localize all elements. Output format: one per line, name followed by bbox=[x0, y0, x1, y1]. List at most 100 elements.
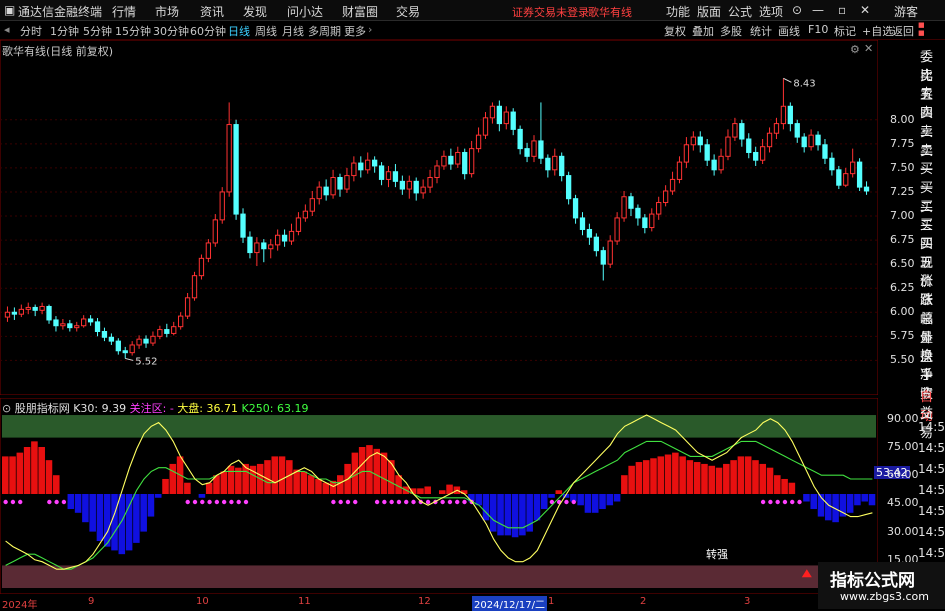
candle-body bbox=[358, 162, 364, 171]
price-chart[interactable]: 8.43 5.52 bbox=[0, 40, 878, 395]
histogram-bar bbox=[686, 460, 694, 494]
candle-body bbox=[607, 240, 613, 265]
candle-body bbox=[392, 171, 399, 182]
histogram-bar bbox=[708, 465, 716, 494]
period-tab-1min[interactable]: 1分钟 bbox=[50, 23, 79, 39]
histogram-bar bbox=[533, 494, 541, 521]
indicator-settings-icon[interactable]: ⊙ bbox=[2, 402, 11, 415]
candle-body bbox=[316, 186, 322, 200]
k250-value: 63.19 bbox=[276, 402, 309, 415]
overlay-button[interactable]: 叠加 bbox=[692, 23, 714, 39]
candle-body bbox=[462, 151, 468, 175]
candle-body bbox=[538, 140, 544, 159]
candle-body bbox=[184, 297, 191, 317]
histogram-bar bbox=[759, 463, 767, 494]
draw-line-button[interactable]: 画线 bbox=[778, 23, 800, 39]
histogram-bar bbox=[96, 494, 104, 541]
period-tab-more[interactable]: 更多 bbox=[344, 23, 366, 39]
period-tab-monthly[interactable]: 月线 bbox=[282, 23, 304, 39]
menu-item-options[interactable]: 选项 bbox=[759, 3, 783, 20]
menu-item-layout[interactable]: 版面 bbox=[697, 3, 721, 20]
histogram-bar bbox=[315, 478, 322, 494]
period-tab-15min[interactable]: 15分钟 bbox=[115, 23, 151, 39]
candle-body bbox=[18, 308, 24, 315]
period-tab-daily[interactable]: 日线 bbox=[228, 23, 250, 39]
candle-body bbox=[295, 217, 302, 232]
period-toolbar: ◂ 分时 1分钟 5分钟 15分钟 30分钟 60分钟 日线 周线 月线 多周期… bbox=[0, 21, 945, 40]
histogram-bar bbox=[271, 456, 279, 494]
candle-body bbox=[233, 124, 239, 215]
histogram-bar bbox=[854, 494, 861, 506]
histogram-bar bbox=[723, 463, 730, 494]
focus-dot bbox=[18, 499, 23, 505]
histogram-bar bbox=[577, 494, 584, 506]
settings-icon[interactable]: ⊙ bbox=[792, 3, 802, 17]
menu-item-wealth[interactable]: 财富圈 bbox=[342, 3, 378, 20]
indicator-name[interactable]: 股朋指标网 bbox=[15, 402, 70, 415]
menu-item-function[interactable]: 功能 bbox=[666, 3, 690, 20]
focus-dot bbox=[353, 499, 358, 505]
candle-body bbox=[482, 117, 489, 136]
menu-item-news[interactable]: 资讯 bbox=[200, 3, 224, 20]
k250-label: K250: bbox=[241, 402, 274, 415]
add-watchlist-button[interactable]: +自选 bbox=[862, 23, 893, 39]
menu-item-exchange[interactable]: 市场 bbox=[155, 3, 179, 20]
candle-body bbox=[157, 329, 163, 337]
histogram-bar bbox=[300, 471, 308, 494]
candle-body bbox=[704, 144, 710, 161]
guest-label[interactable]: 游客 bbox=[894, 3, 918, 20]
menu-item-formula[interactable]: 公式 bbox=[728, 3, 752, 20]
candle-body bbox=[129, 344, 135, 354]
adjust-button[interactable]: 复权 bbox=[664, 23, 686, 39]
minimize-icon[interactable]: — bbox=[812, 3, 824, 17]
multi-stock-button[interactable]: 多股 bbox=[720, 23, 742, 39]
menu-item-ask[interactable]: 问小达 bbox=[287, 3, 323, 20]
candle-body bbox=[4, 311, 11, 318]
histogram-bar bbox=[781, 478, 788, 494]
price-axis-tick: 7.50 bbox=[890, 160, 915, 174]
candle-body bbox=[302, 210, 309, 219]
menu-item-market[interactable]: 行情 bbox=[112, 3, 136, 20]
price-axis-tick: 5.50 bbox=[890, 353, 915, 367]
date-label-dec: 12 bbox=[418, 596, 431, 607]
toolbar-toggle-icon[interactable]: ◂ bbox=[4, 23, 10, 36]
menu-item-discover[interactable]: 发现 bbox=[243, 3, 267, 20]
app-title: 通达信金融终端 bbox=[18, 5, 103, 19]
period-tab-60min[interactable]: 60分钟 bbox=[190, 23, 226, 39]
period-tab-timeshare[interactable]: 分时 bbox=[20, 23, 42, 39]
candle-body bbox=[649, 213, 655, 229]
quote-time: 14:56 bbox=[918, 504, 945, 518]
histogram-bar bbox=[38, 447, 45, 494]
focus-dot bbox=[425, 499, 431, 505]
login-notice[interactable]: 证券交易未登录 bbox=[512, 4, 589, 20]
mark-button[interactable]: 标记 bbox=[834, 23, 856, 39]
candle-body bbox=[268, 244, 274, 250]
back-button[interactable]: 返回 bbox=[892, 23, 914, 39]
chevron-right-icon[interactable]: › bbox=[368, 23, 372, 36]
statistics-button[interactable]: 统计 bbox=[750, 23, 772, 39]
close-icon[interactable]: ✕ bbox=[860, 3, 870, 17]
histogram-bar bbox=[2, 456, 9, 494]
menu-item-trade[interactable]: 交易 bbox=[396, 3, 420, 20]
period-tab-multi[interactable]: 多周期 bbox=[308, 23, 341, 39]
chart-settings-icon[interactable]: ⚙ bbox=[850, 43, 860, 56]
candle-body bbox=[572, 198, 579, 219]
date-label-mar: 3 bbox=[744, 596, 751, 607]
indicator-chart[interactable] bbox=[0, 398, 878, 594]
candle-body bbox=[455, 151, 461, 165]
period-tab-weekly[interactable]: 周线 bbox=[255, 23, 277, 39]
level-indicator: ■ ■ bbox=[918, 21, 925, 37]
restore-icon[interactable]: ▫ bbox=[838, 3, 846, 17]
period-tab-30min[interactable]: 30分钟 bbox=[153, 23, 189, 39]
chart-close-icon[interactable]: ✕ bbox=[864, 42, 873, 55]
candle-body bbox=[850, 161, 856, 175]
histogram-bar bbox=[621, 475, 628, 494]
f10-button[interactable]: F10 bbox=[808, 23, 828, 36]
period-tab-5min[interactable]: 5分钟 bbox=[83, 23, 112, 39]
candle-body bbox=[122, 350, 128, 354]
watermark: 指标公式网 www.zbgs3.com bbox=[818, 562, 945, 609]
focus-dot bbox=[207, 499, 212, 505]
candle-body bbox=[579, 217, 586, 230]
price-axis-tick: 6.50 bbox=[890, 257, 915, 271]
price-axis-tick: 6.25 bbox=[890, 281, 915, 295]
